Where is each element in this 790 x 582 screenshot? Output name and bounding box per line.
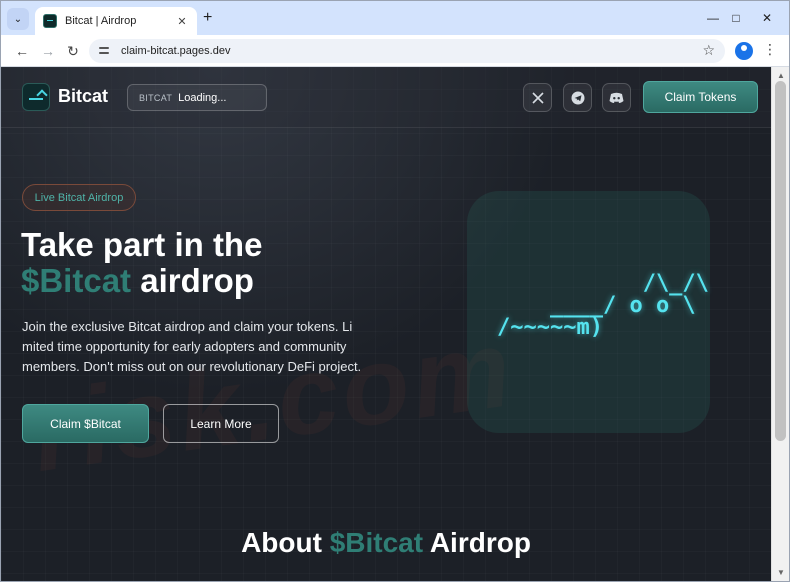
discord-icon [609, 92, 624, 103]
tab-search-icon[interactable]: ⌄ [7, 8, 29, 30]
reload-icon[interactable]: ↻ [64, 42, 82, 60]
about-title-suffix: Airdrop [423, 527, 531, 558]
page-viewport: risk.com Bitcat BITCAT Loading... Claim … [1, 67, 771, 581]
bookmark-star-icon[interactable]: ☆ [702, 42, 715, 59]
about-title-accent: $Bitcat [329, 527, 424, 558]
ascii-cat-art: /\_/\ ____/ o o \ /~~~~~m) [497, 271, 709, 340]
telegram-icon [571, 91, 584, 104]
back-icon[interactable]: ← [13, 42, 31, 60]
about-title-prefix: About [241, 527, 330, 558]
price-ticker-box: BITCAT Loading... [127, 84, 267, 111]
forward-icon[interactable]: → [39, 42, 57, 60]
claim-bitcat-button[interactable]: Claim $Bitcat [22, 404, 149, 443]
maximize-icon[interactable]: □ [728, 10, 744, 26]
address-bar[interactable]: claim-bitcat.pages.dev ☆ [89, 39, 725, 63]
hero-description: Join the exclusive Bitcat airdrop and cl… [22, 319, 362, 374]
scroll-down-icon[interactable]: ▼ [777, 568, 785, 577]
x-twitter-button[interactable] [523, 83, 552, 112]
browser-menu-icon[interactable]: ⋮ [763, 41, 777, 58]
claim-tokens-button[interactable]: Claim Tokens [643, 81, 758, 113]
discord-button[interactable] [602, 83, 631, 112]
site-info-icon[interactable] [99, 45, 111, 57]
page-scrollbar[interactable]: ▲ ▼ [771, 67, 789, 581]
profile-avatar-icon[interactable] [735, 42, 753, 60]
hero-title-accent: $Bitcat [21, 262, 132, 299]
ascii-cat-card: /\_/\ ____/ o o \ /~~~~~m) [467, 191, 710, 433]
browser-window: ⌄ Bitcat | Airdrop ✕ + — □ ✕ ← → ↻ claim… [0, 0, 790, 582]
scroll-thumb[interactable] [775, 81, 786, 441]
scroll-up-icon[interactable]: ▲ [777, 71, 785, 80]
live-airdrop-badge: Live Bitcat Airdrop [22, 184, 136, 211]
price-value: Loading... [178, 91, 227, 104]
favicon-icon [43, 14, 57, 28]
hero-title-line1: Take part in the [21, 226, 263, 263]
hero-title: Take part in the $Bitcat airdrop [21, 227, 441, 299]
hero-title-line2: airdrop [131, 262, 254, 299]
learn-more-button[interactable]: Learn More [163, 404, 279, 443]
tab-active[interactable]: Bitcat | Airdrop ✕ [35, 7, 197, 35]
bitcat-logo-icon[interactable] [22, 83, 50, 111]
tab-title: Bitcat | Airdrop [65, 15, 137, 27]
close-tab-icon[interactable]: ✕ [175, 15, 189, 28]
site-header: Bitcat BITCAT Loading... Claim Tokens [1, 67, 771, 128]
logo-text[interactable]: Bitcat [58, 86, 108, 107]
x-icon [531, 91, 544, 104]
telegram-button[interactable] [563, 83, 592, 112]
about-title: About $Bitcat Airdrop [1, 527, 771, 559]
url-text: claim-bitcat.pages.dev [121, 45, 231, 57]
price-ticker-symbol: BITCAT [139, 92, 173, 103]
tab-strip: ⌄ Bitcat | Airdrop ✕ + — □ ✕ [1, 1, 789, 35]
new-tab-icon[interactable]: + [203, 10, 212, 26]
window-close-icon[interactable]: ✕ [759, 10, 775, 26]
browser-toolbar: ← → ↻ claim-bitcat.pages.dev ☆ ⋮ [1, 35, 789, 67]
minimize-icon[interactable]: — [705, 10, 721, 26]
